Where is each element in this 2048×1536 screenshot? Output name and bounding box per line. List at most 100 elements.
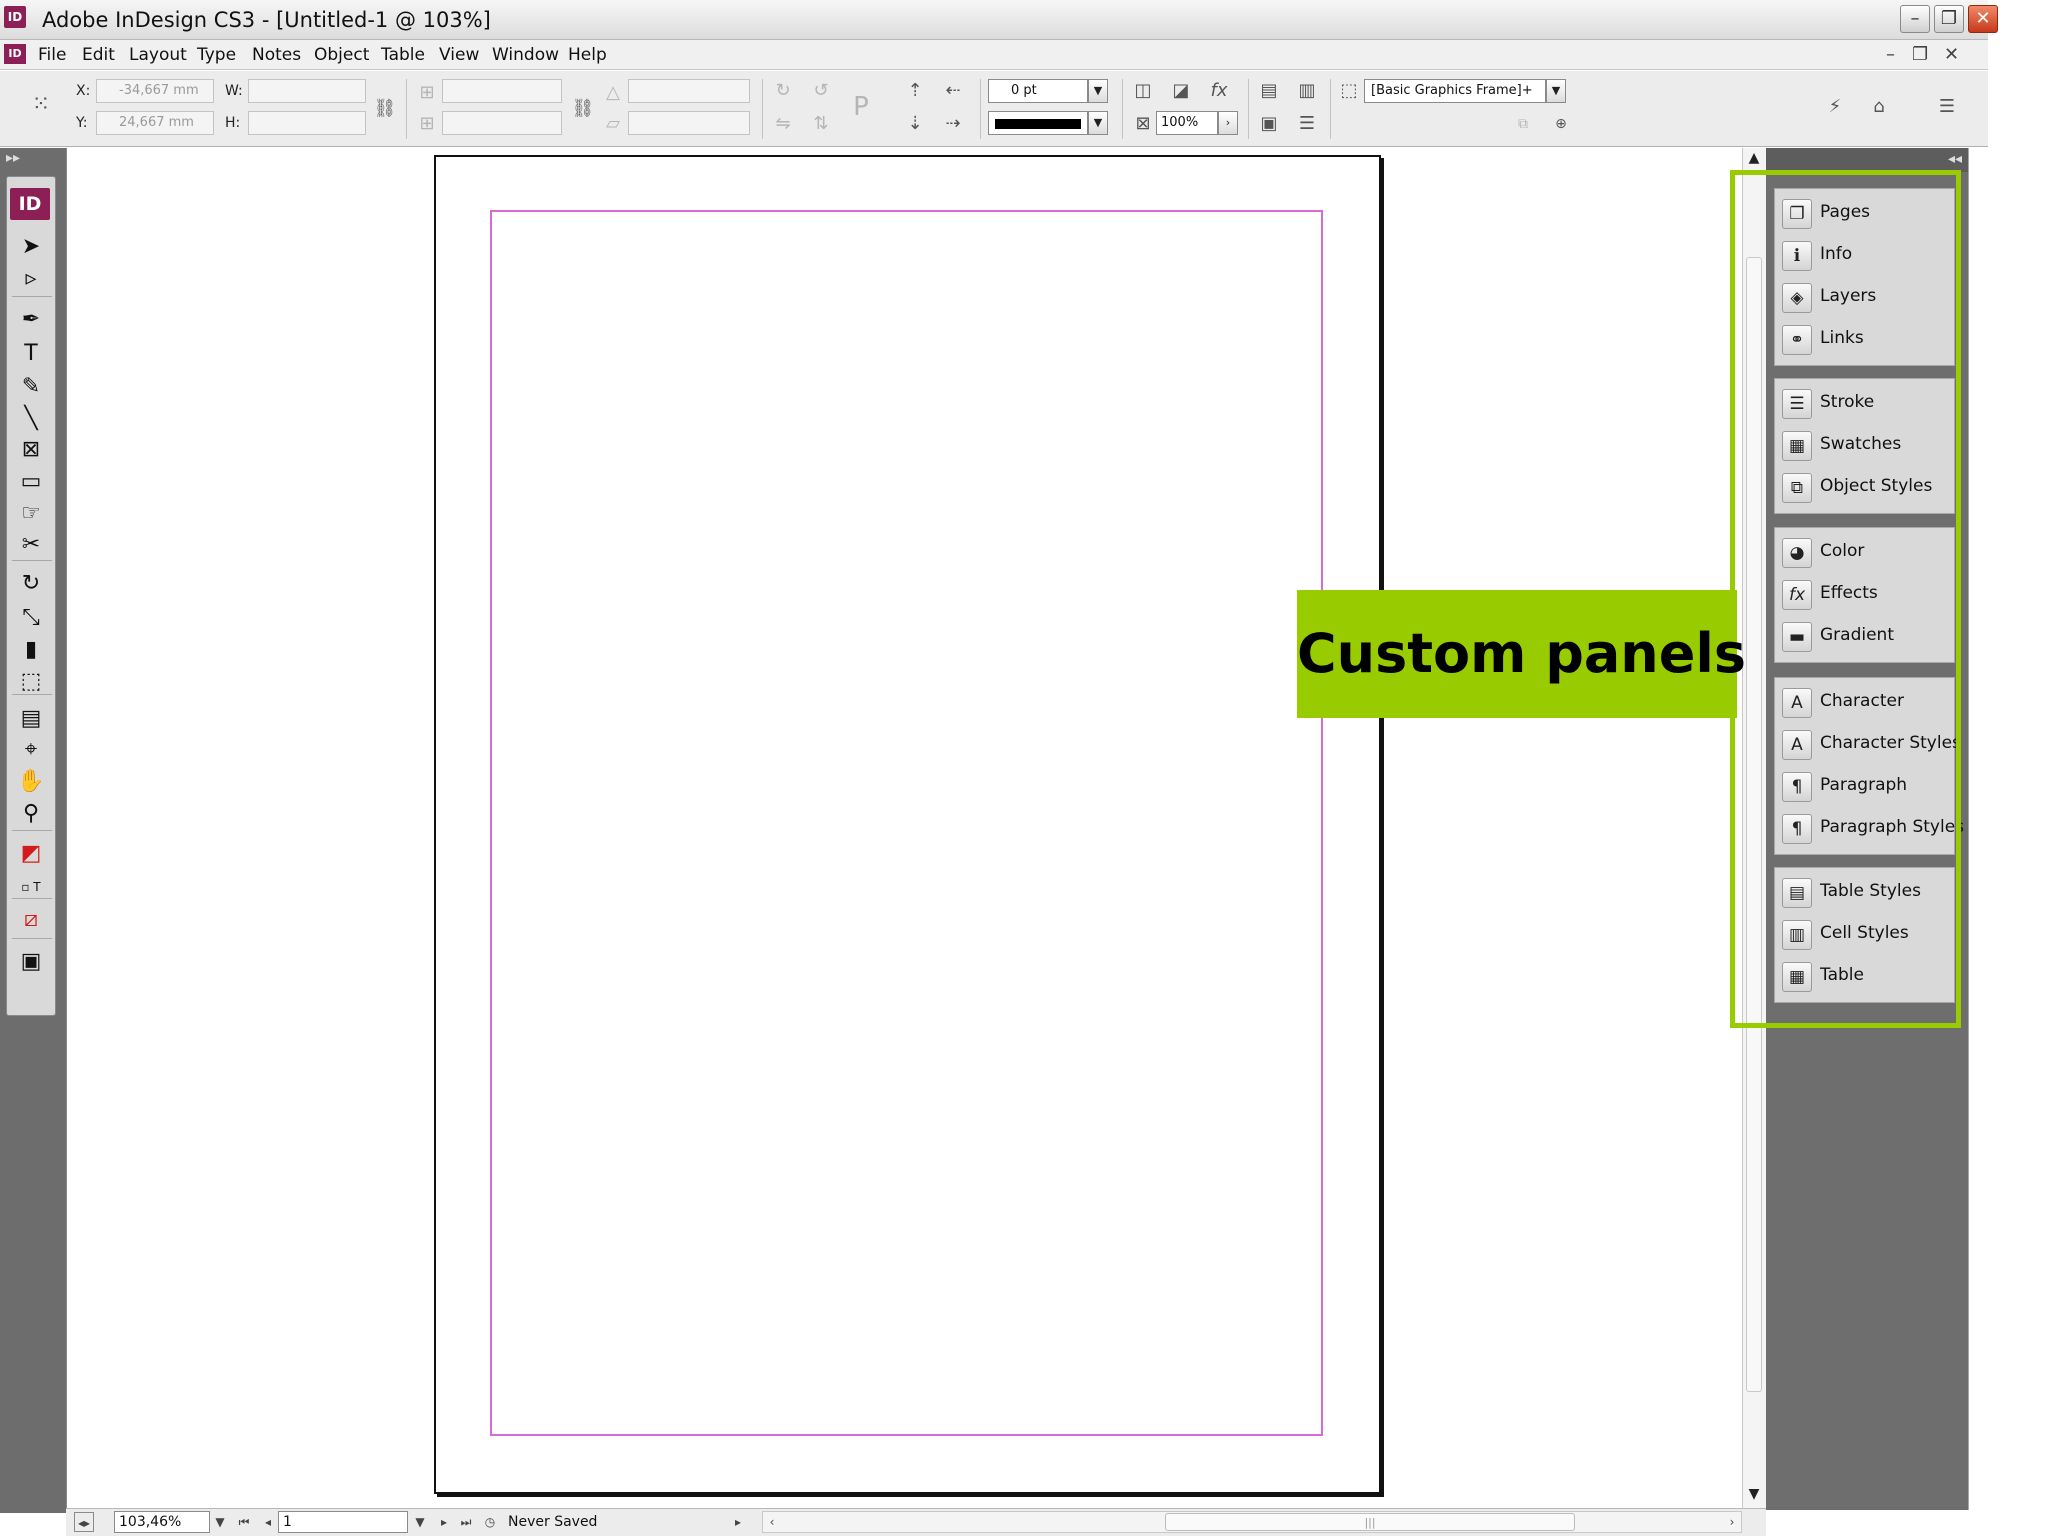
menu-window[interactable]: Window xyxy=(492,45,559,65)
select-container-icon[interactable]: ⇡ xyxy=(902,78,928,104)
stroke-weight-dropdown[interactable]: ▼ xyxy=(1088,79,1108,103)
quick-apply-icon[interactable]: ⚡ xyxy=(1822,94,1848,120)
zoom-toggle-icon[interactable]: ◂▸ xyxy=(74,1512,94,1532)
menu-file[interactable]: File xyxy=(38,45,66,65)
h-field[interactable] xyxy=(248,111,366,135)
object-style-icon: ⬚ xyxy=(1340,80,1358,101)
zoom-tool-icon[interactable]: ⚲ xyxy=(14,800,48,828)
shadow-icon[interactable]: ◪ xyxy=(1168,78,1194,104)
first-page-icon[interactable]: ⏮ xyxy=(234,1512,254,1532)
text-wrap-jump-icon[interactable]: ☰ xyxy=(1294,111,1320,137)
free-transform-tool-icon[interactable]: ⬚ xyxy=(14,668,48,696)
flip-horizontal-icon[interactable]: ⇋ xyxy=(770,111,796,137)
new-style-icon[interactable]: ⊕ xyxy=(1548,111,1574,137)
rotation-angle-field[interactable] xyxy=(628,79,750,103)
flip-vertical-icon[interactable]: ⇅ xyxy=(808,111,834,137)
scale-tool-icon[interactable]: ⤡ xyxy=(14,604,48,632)
formatting-affects-icon[interactable]: ▫ T xyxy=(14,873,48,901)
select-next-icon[interactable]: ⇢ xyxy=(940,111,966,137)
menu-type[interactable]: Type xyxy=(197,45,236,65)
page-dropdown-icon[interactable]: ▼ xyxy=(410,1512,430,1532)
shear-angle-field[interactable] xyxy=(628,111,750,135)
object-style-dropdown-arrow[interactable]: ▼ xyxy=(1546,79,1566,103)
menu-layout[interactable]: Layout xyxy=(129,45,187,65)
object-style-dropdown[interactable]: [Basic Graphics Frame]+ xyxy=(1364,79,1546,103)
next-page-icon[interactable]: ▸ xyxy=(434,1512,454,1532)
tool-separator xyxy=(12,898,52,899)
last-page-icon[interactable]: ⏭ xyxy=(456,1512,476,1532)
scroll-right-icon[interactable]: › xyxy=(1722,1512,1742,1532)
collapse-arrows-icon[interactable]: ▸▸ xyxy=(6,150,20,166)
text-wrap-none-icon[interactable]: ▤ xyxy=(1256,78,1282,104)
stroke-type-dropdown[interactable]: ▼ xyxy=(1088,111,1108,135)
rotate-ccw-icon[interactable]: ↺ xyxy=(808,78,834,104)
apply-none-icon[interactable]: ⧄ xyxy=(14,906,48,934)
document-icon[interactable]: ID xyxy=(4,44,26,64)
pencil-tool-icon[interactable]: ✎ xyxy=(14,373,48,401)
pen-tool-icon[interactable]: ✒ xyxy=(14,306,48,334)
horizontal-scroll-thumb[interactable]: ||| xyxy=(1165,1513,1575,1531)
zoom-field[interactable]: 103,46% xyxy=(114,1511,210,1533)
reference-point-icon[interactable]: ⁙ xyxy=(28,92,54,118)
view-mode-icon[interactable]: ▣ xyxy=(14,948,48,976)
w-label: W: xyxy=(225,83,243,99)
hand-tool-icon[interactable]: ✋ xyxy=(14,768,48,796)
select-previous-icon[interactable]: ⇠ xyxy=(940,78,966,104)
fill-stroke-icon[interactable]: ◩ xyxy=(14,840,48,868)
effects-fx-icon[interactable]: fx xyxy=(1206,78,1232,104)
menu-help[interactable]: Help xyxy=(568,45,607,65)
menu-table[interactable]: Table xyxy=(381,45,425,65)
scissors-tool-icon[interactable]: ✂ xyxy=(14,531,48,559)
menu-edit[interactable]: Edit xyxy=(82,45,115,65)
text-wrap-bbox-icon[interactable]: ▥ xyxy=(1294,78,1320,104)
w-field[interactable] xyxy=(248,79,366,103)
scale-x-field[interactable] xyxy=(442,79,562,103)
stroke-weight-field[interactable]: 0 pt xyxy=(988,79,1088,103)
menu-view[interactable]: View xyxy=(439,45,479,65)
gradient-tool-icon[interactable]: ▮ xyxy=(14,636,48,664)
rotate-tool-icon[interactable]: ↻ xyxy=(14,570,48,598)
y-field[interactable]: 24,667 mm xyxy=(96,111,214,135)
doc-restore-button[interactable]: ❐ xyxy=(1912,44,1928,65)
scroll-up-icon[interactable]: ▲ xyxy=(1744,148,1764,168)
menu-object[interactable]: Object xyxy=(314,45,369,65)
dock-header[interactable]: ◂◂ xyxy=(1766,148,1968,172)
status-menu-icon[interactable]: ▸ xyxy=(728,1512,748,1532)
opacity-arrow[interactable]: › xyxy=(1218,111,1238,135)
rotation-angle-icon: △ xyxy=(606,82,620,103)
text-wrap-shape-icon[interactable]: ▣ xyxy=(1256,111,1282,137)
eyedropper-tool-icon[interactable]: ⌖ xyxy=(14,736,48,764)
bridge-icon[interactable]: ⌂ xyxy=(1866,94,1892,120)
zoom-dropdown-icon[interactable]: ▼ xyxy=(210,1512,230,1532)
doc-close-button[interactable]: ✕ xyxy=(1944,44,1959,65)
rotate-cw-icon[interactable]: ↻ xyxy=(770,78,796,104)
line-tool-icon[interactable]: ╲ xyxy=(14,405,48,433)
page-field[interactable]: 1 xyxy=(278,1511,408,1533)
type-tool-icon[interactable]: T xyxy=(14,340,48,368)
doc-minimize-button[interactable]: – xyxy=(1886,44,1895,65)
x-field[interactable]: -34,667 mm xyxy=(96,79,214,103)
scroll-left-icon[interactable]: ‹ xyxy=(762,1512,782,1532)
selection-tool-icon[interactable]: ➤ xyxy=(14,233,48,261)
restore-button[interactable]: ❐ xyxy=(1934,5,1964,33)
constrain-proportions-icon[interactable]: ⛓ xyxy=(372,96,398,122)
menu-notes[interactable]: Notes xyxy=(252,45,301,65)
rectangle-tool-icon[interactable]: ▭ xyxy=(14,468,48,496)
rectangle-frame-tool-icon[interactable]: ⊠ xyxy=(14,436,48,464)
note-tool-icon[interactable]: ▤ xyxy=(14,705,48,733)
previous-page-icon[interactable]: ◂ xyxy=(258,1512,278,1532)
minimize-button[interactable]: – xyxy=(1900,5,1930,33)
constrain-scale-icon[interactable]: ⛓ xyxy=(570,96,596,122)
scroll-down-icon[interactable]: ▼ xyxy=(1744,1484,1764,1504)
scale-y-field[interactable] xyxy=(442,111,562,135)
stroke-type-field[interactable] xyxy=(988,111,1088,135)
button-tool-icon[interactable]: ☞ xyxy=(14,500,48,528)
opacity-field[interactable]: 100% xyxy=(1156,111,1218,135)
drop-shadow-icon[interactable]: ◫ xyxy=(1130,78,1156,104)
collapse-dock-icon[interactable]: ◂◂ xyxy=(1948,151,1962,167)
select-content-icon[interactable]: ⇣ xyxy=(902,111,928,137)
clear-overrides-icon[interactable]: ⧉ xyxy=(1510,111,1536,137)
direct-selection-tool-icon[interactable]: ▹ xyxy=(14,265,48,293)
panel-menu-icon[interactable]: ☰ xyxy=(1934,94,1960,120)
close-button[interactable]: ✕ xyxy=(1968,5,1998,33)
